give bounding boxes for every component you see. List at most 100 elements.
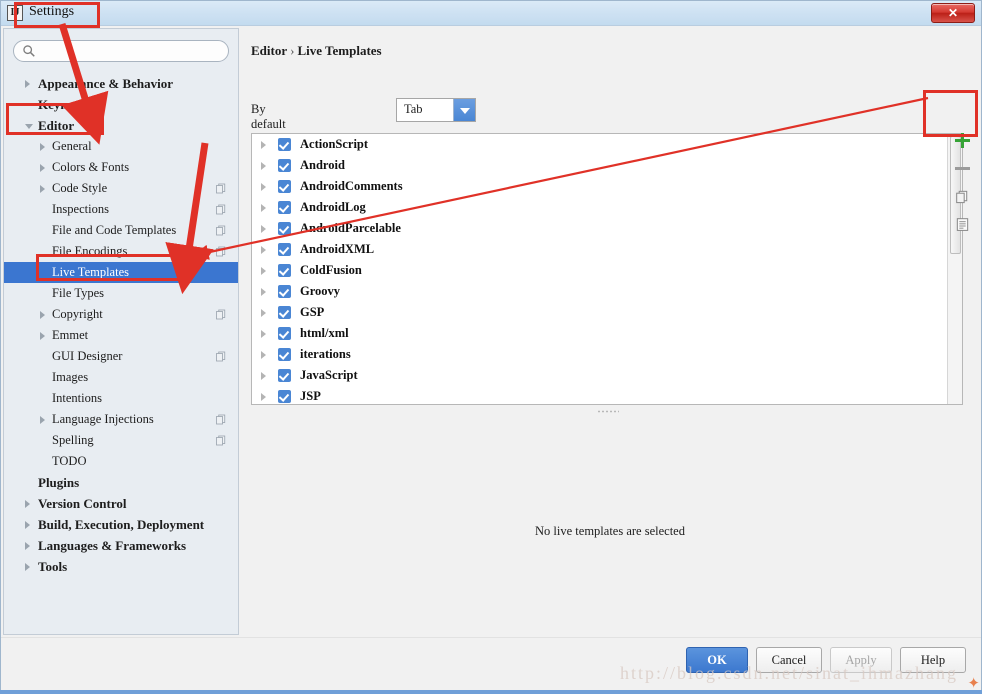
template-groups-container: ActionScript Android AndroidComments Androi… — [252, 134, 962, 404]
template-group-row[interactable]: Android — [252, 155, 962, 176]
template-checkbox[interactable] — [278, 138, 291, 151]
template-group-row[interactable]: Groovy — [252, 281, 962, 302]
chevron-right-icon[interactable] — [261, 309, 266, 317]
sidebar-item-version-control[interactable]: Version Control — [4, 493, 238, 514]
template-group-row[interactable]: GSP — [252, 302, 962, 323]
sidebar-item-images[interactable]: Images — [4, 367, 238, 388]
template-checkbox[interactable] — [278, 390, 291, 403]
sidebar-item-copyright[interactable]: Copyright — [4, 304, 238, 325]
template-checkbox[interactable] — [278, 348, 291, 361]
search-input[interactable] — [13, 40, 229, 62]
expand-with-select[interactable]: Tab — [396, 98, 476, 122]
sidebar-item-plugins[interactable]: Plugins — [4, 472, 238, 493]
duplicate-template-button[interactable] — [945, 182, 979, 210]
chevron-right-icon[interactable] — [25, 80, 30, 88]
sidebar-item-label: File and Code Templates — [52, 223, 177, 237]
template-group-button[interactable] — [945, 210, 979, 238]
chevron-right-icon[interactable] — [40, 416, 45, 424]
screenshot-root: ▬▬▬ ▬▬▬ ▬▬ ▬▬▬ ▬▬ ▬▬▬▬ ▬▬ IJ Settings ✕ … — [0, 0, 982, 694]
remove-template-button[interactable] — [945, 154, 979, 182]
chevron-right-icon[interactable] — [25, 542, 30, 550]
chevron-right-icon[interactable] — [261, 267, 266, 275]
sidebar-item-todo[interactable]: TODO — [4, 451, 238, 472]
template-group-row[interactable]: AndroidParcelable — [252, 218, 962, 239]
chevron-right-icon[interactable] — [40, 332, 45, 340]
chevron-right-icon[interactable] — [261, 351, 266, 359]
chevron-right-icon[interactable] — [25, 563, 30, 571]
dialog-footer: OK Cancel Apply Help — [1, 637, 981, 693]
chevron-right-icon[interactable] — [261, 225, 266, 233]
search-container — [13, 40, 229, 62]
template-checkbox[interactable] — [278, 180, 291, 193]
sidebar-item-file-encodings[interactable]: File Encodings — [4, 241, 238, 262]
sidebar-item-spelling[interactable]: Spelling — [4, 430, 238, 451]
sidebar-item-appearance-behavior[interactable]: Appearance & Behavior — [4, 73, 238, 94]
chevron-right-icon[interactable] — [40, 164, 45, 172]
chevron-right-icon[interactable] — [40, 143, 45, 151]
template-checkbox[interactable] — [278, 285, 291, 298]
chevron-right-icon[interactable] — [25, 521, 30, 529]
template-group-row[interactable]: JSP — [252, 386, 962, 404]
sidebar-item-file-and-code-templates[interactable]: File and Code Templates — [4, 220, 238, 241]
template-group-row[interactable]: html/xml — [252, 323, 962, 344]
copy-icon — [216, 225, 226, 236]
close-icon[interactable]: ✕ — [931, 3, 975, 23]
template-checkbox[interactable] — [278, 369, 291, 382]
sidebar-item-keymap[interactable]: Keymap — [4, 94, 238, 115]
help-button[interactable]: Help — [900, 647, 966, 673]
chevron-right-icon[interactable] — [25, 500, 30, 508]
breadcrumb: Editor › Live Templates — [251, 43, 382, 59]
ok-button[interactable]: OK — [686, 647, 748, 673]
sidebar-item-live-templates[interactable]: Live Templates — [4, 262, 238, 283]
sidebar-item-file-types[interactable]: File Types — [4, 283, 238, 304]
chevron-right-icon[interactable] — [261, 372, 266, 380]
template-group-row[interactable]: AndroidLog — [252, 197, 962, 218]
chevron-right-icon[interactable] — [261, 246, 266, 254]
sidebar-item-emmet[interactable]: Emmet — [4, 325, 238, 346]
sidebar-item-language-injections[interactable]: Language Injections — [4, 409, 238, 430]
chevron-right-icon[interactable] — [261, 183, 266, 191]
chevron-right-icon[interactable] — [261, 204, 266, 212]
sidebar-item-intentions[interactable]: Intentions — [4, 388, 238, 409]
template-group-row[interactable]: AndroidComments — [252, 176, 962, 197]
sidebar-item-tools[interactable]: Tools — [4, 556, 238, 577]
template-group-row[interactable]: AndroidXML — [252, 239, 962, 260]
copy-icon — [216, 414, 226, 425]
template-group-row[interactable]: ActionScript — [252, 134, 962, 155]
template-group-row[interactable]: JavaScript — [252, 365, 962, 386]
template-checkbox[interactable] — [278, 264, 291, 277]
template-checkbox[interactable] — [278, 243, 291, 256]
template-checkbox[interactable] — [278, 222, 291, 235]
sidebar-item-build-execution-deployment[interactable]: Build, Execution, Deployment — [4, 514, 238, 535]
sidebar-item-gui-designer[interactable]: GUI Designer — [4, 346, 238, 367]
sidebar-item-languages-frameworks[interactable]: Languages & Frameworks — [4, 535, 238, 556]
breadcrumb-current: Live Templates — [297, 43, 382, 58]
chevron-right-icon[interactable] — [261, 393, 266, 401]
chevron-right-icon[interactable] — [40, 185, 45, 193]
breadcrumb-parent[interactable]: Editor — [251, 43, 287, 58]
sidebar-item-editor[interactable]: Editor — [4, 115, 238, 136]
sidebar-item-colors-fonts[interactable]: Colors & Fonts — [4, 157, 238, 178]
sidebar-item-inspections[interactable]: Inspections — [4, 199, 238, 220]
chevron-down-icon[interactable] — [25, 124, 33, 129]
template-group-name: AndroidParcelable — [300, 221, 401, 235]
sidebar-item-general[interactable]: General — [4, 136, 238, 157]
template-group-row[interactable]: iterations — [252, 344, 962, 365]
chevron-right-icon[interactable] — [261, 141, 266, 149]
chevron-right-icon[interactable] — [261, 162, 266, 170]
cancel-button[interactable]: Cancel — [756, 647, 822, 673]
template-checkbox[interactable] — [278, 327, 291, 340]
chevron-right-icon[interactable] — [261, 288, 266, 296]
panel-splitter[interactable] — [251, 407, 963, 416]
chevron-right-icon[interactable] — [261, 330, 266, 338]
template-checkbox[interactable] — [278, 201, 291, 214]
add-template-button[interactable] — [945, 126, 979, 154]
chevron-right-icon[interactable] — [40, 311, 45, 319]
chevron-down-icon[interactable] — [453, 99, 475, 121]
template-checkbox[interactable] — [278, 159, 291, 172]
template-group-row[interactable]: ColdFusion — [252, 260, 962, 281]
sidebar-item-code-style[interactable]: Code Style — [4, 178, 238, 199]
template-groups-list[interactable]: ActionScript Android AndroidComments Androi… — [251, 133, 963, 405]
settings-tree[interactable]: Appearance & Behavior Keymap Editor General… — [4, 73, 238, 633]
template-checkbox[interactable] — [278, 306, 291, 319]
